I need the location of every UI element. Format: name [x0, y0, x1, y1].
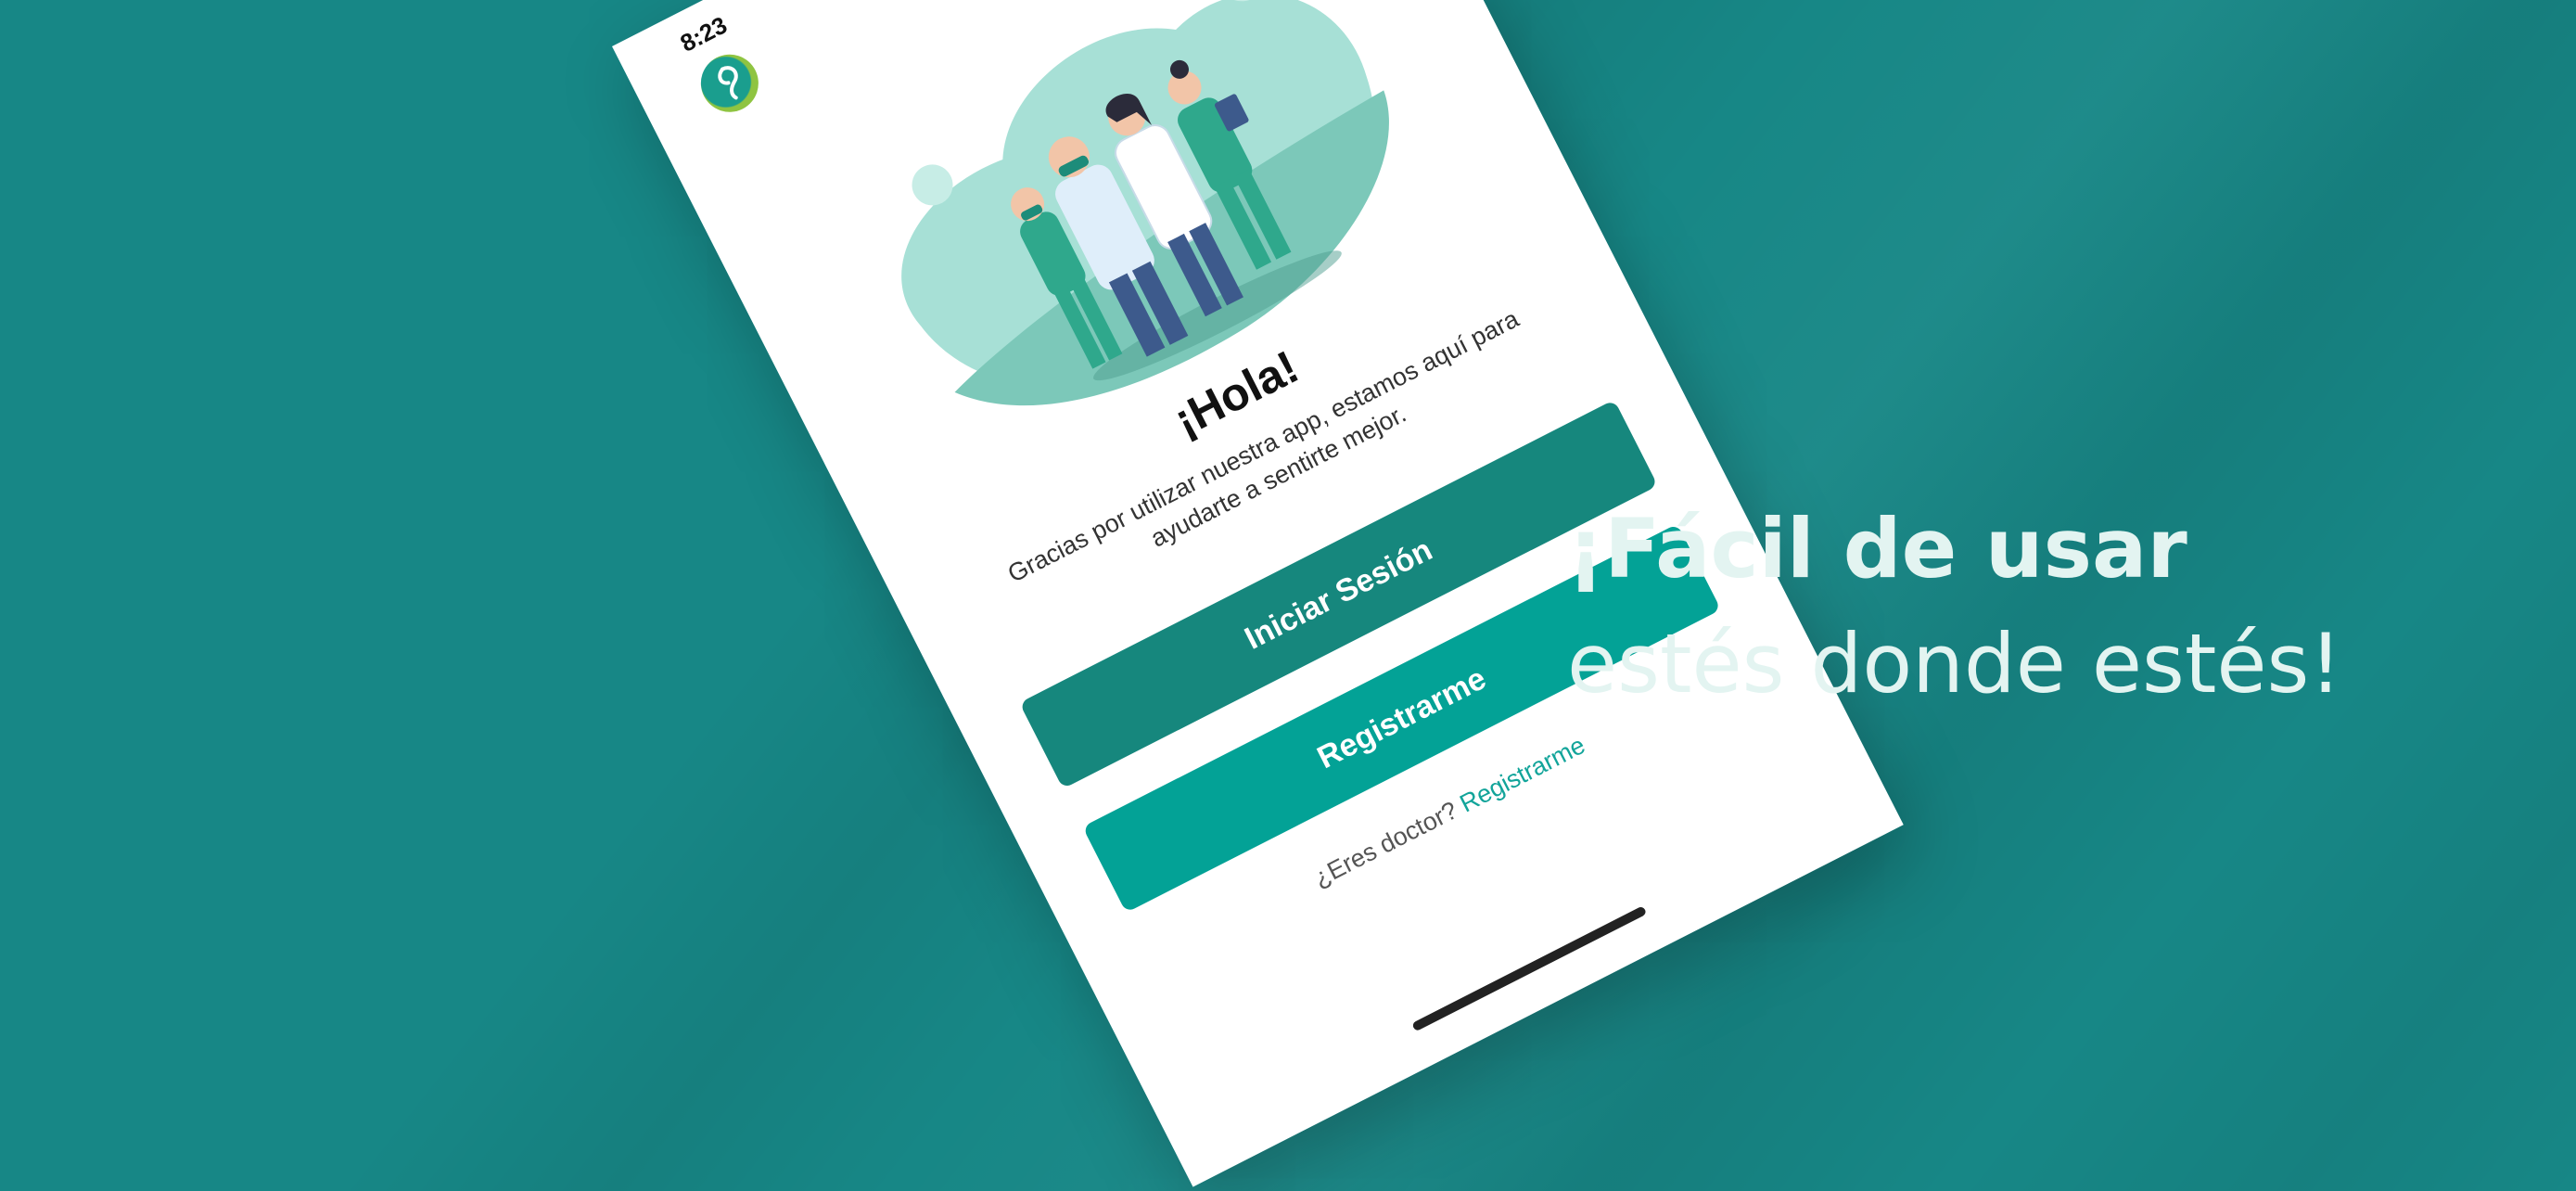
promo-line-2: estés donde estés! — [1567, 616, 2342, 711]
login-button-label: Iniciar Sesión — [1239, 531, 1438, 657]
register-button-label: Registrarme — [1311, 660, 1492, 775]
promo-line-1: ¡Fácil de usar — [1567, 501, 2187, 596]
app-logo — [691, 45, 769, 122]
doctor-register-link[interactable]: Registrarme — [1456, 731, 1590, 817]
status-time: 8:23 — [675, 10, 732, 58]
doctor-prompt-text: ¿Eres doctor? — [1308, 796, 1462, 892]
promo-headline: ¡Fácil de usar estés donde estés! — [1567, 492, 2342, 722]
